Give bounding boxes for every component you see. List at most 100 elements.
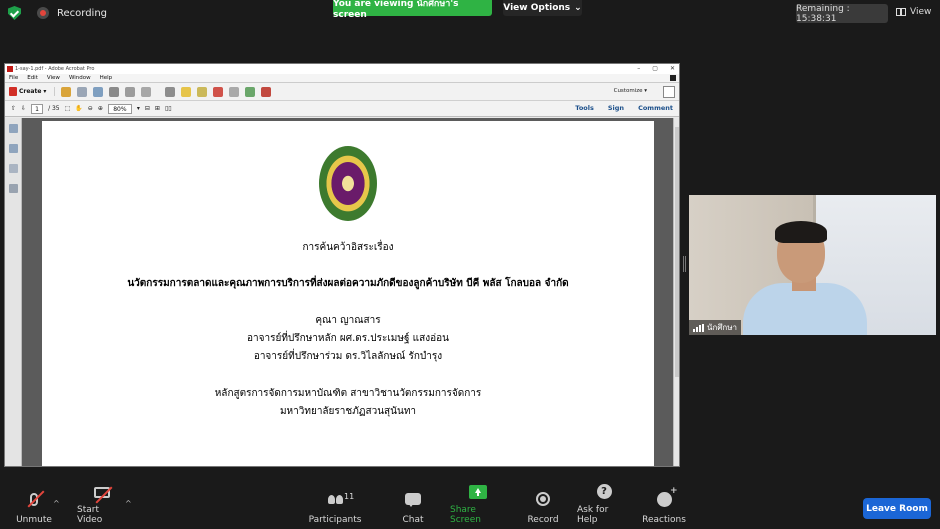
participants-count: 11 — [344, 492, 355, 501]
email-icon[interactable] — [141, 86, 152, 97]
edit-icon[interactable] — [125, 86, 136, 97]
video-options-caret[interactable]: ^ — [125, 499, 132, 508]
ask-for-help-button[interactable]: ? Ask for Help — [577, 484, 631, 529]
view-options-button[interactable]: View Options ⌄ — [503, 0, 582, 16]
layout-icon — [896, 8, 906, 16]
main-advisor: อาจารย์ที่ปรึกษาหลัก ผศ.ดร.ประเมษฐ์ แสงอ… — [247, 333, 449, 344]
ask-for-help-label: Ask for Help — [577, 505, 609, 525]
page-number-input[interactable]: 1 — [31, 103, 44, 114]
record-button[interactable]: Record — [526, 485, 560, 529]
connection-signal-icon — [693, 323, 704, 332]
create-button[interactable]: Create ▾ — [9, 87, 56, 96]
customize-label: Customize — [613, 88, 643, 94]
participant-video-tile[interactable]: นักศึกษา — [689, 195, 936, 335]
participants-button[interactable]: 11 Participants — [309, 485, 362, 529]
zoom-level-input[interactable]: 80% — [107, 103, 132, 114]
reactions-label: Reactions — [642, 515, 686, 525]
attachments-icon[interactable] — [9, 164, 18, 173]
menu-view[interactable]: View — [47, 75, 60, 81]
settings-icon[interactable] — [165, 86, 176, 97]
document-type-line: การค้นคว้าอิสระเรื่อง — [302, 242, 394, 253]
author-name: คุณา ญาณสาร — [315, 315, 381, 326]
highlight-icon[interactable] — [197, 86, 208, 97]
menu-file[interactable]: File — [9, 75, 18, 81]
menu-help[interactable]: Help — [100, 75, 113, 81]
fit-page-icon[interactable]: ⊟ — [145, 105, 150, 112]
window-controls: – ▢ ✕ — [637, 65, 675, 72]
signatures-icon[interactable] — [9, 184, 18, 193]
document-area: การค้นคว้าอิสระเรื่อง นวัตกรรมการตลาดและ… — [5, 118, 679, 466]
shared-screen[interactable]: 1-say-1.pdf - Adobe Acrobat Pro – ▢ ✕ Fi… — [4, 63, 680, 467]
view-button[interactable]: View — [896, 7, 931, 17]
zoom-out-icon[interactable]: ⊖ — [88, 105, 93, 112]
acrobat-title: 1-say-1.pdf - Adobe Acrobat Pro — [15, 66, 95, 72]
view-label: View — [910, 7, 932, 17]
status-group: Recording — [8, 6, 107, 20]
chevron-down-icon: ⌄ — [574, 3, 582, 13]
cloud-icon[interactable] — [93, 86, 104, 97]
comment-link[interactable]: Comment — [638, 104, 673, 112]
reactions-button[interactable]: Reactions — [642, 485, 686, 529]
chat-button[interactable]: Chat — [399, 485, 427, 529]
export-icon[interactable] — [245, 86, 256, 97]
certificate-icon[interactable] — [261, 86, 272, 97]
panel-splitter-handle[interactable] — [683, 256, 686, 272]
maximize-icon[interactable]: ▢ — [652, 65, 658, 72]
bookmarks-icon[interactable] — [9, 144, 18, 153]
record-label: Record — [527, 515, 559, 525]
audio-options-caret[interactable]: ^ — [53, 499, 60, 508]
hand-tool-icon[interactable]: ✋ — [75, 105, 82, 112]
pdf-page: การค้นคว้าอิสระเรื่อง นวัตกรรมการตลาดและ… — [42, 121, 654, 466]
document-title: นวัตกรรมการตลาดและคุณภาพการบริการที่ส่งผ… — [127, 278, 569, 289]
shield-check-icon[interactable] — [8, 6, 21, 20]
sign-link[interactable]: Sign — [608, 104, 624, 112]
share-screen-icon — [467, 485, 489, 499]
leave-room-button[interactable]: Leave Room — [863, 498, 931, 519]
minimize-icon[interactable]: – — [637, 65, 640, 72]
previous-page-icon[interactable]: ⇧ — [11, 105, 16, 112]
page-thumbnails-icon[interactable] — [9, 124, 18, 133]
comment-bubble-icon[interactable] — [181, 86, 192, 97]
view-options-label: View Options — [503, 3, 571, 13]
pages-icon[interactable] — [229, 86, 240, 97]
zoom-in-icon[interactable]: ⊕ — [98, 105, 103, 112]
start-video-button[interactable]: Start Video — [77, 485, 127, 529]
viewing-screen-banner: You are viewing นักศึกษา's screen — [333, 0, 492, 20]
print-icon[interactable] — [109, 86, 120, 97]
chat-icon — [402, 489, 424, 509]
select-tool-icon[interactable]: ⬚ — [65, 105, 71, 112]
menu-window[interactable]: Window — [69, 75, 91, 81]
recording-label: Recording — [57, 7, 108, 19]
read-mode-icon[interactable]: ▯▯ — [165, 105, 172, 112]
participants-icon: 11 — [324, 489, 354, 509]
pdf-icon — [7, 66, 13, 72]
document-close-icon[interactable] — [670, 75, 676, 81]
fit-width-icon[interactable]: ⊞ — [155, 105, 160, 112]
create-label: Create — [19, 88, 42, 95]
create-pdf-icon — [9, 87, 17, 96]
acrobat-toolbar: Create ▾ Customize ▾ — [5, 83, 679, 101]
stamp-icon[interactable] — [213, 86, 224, 97]
share-screen-button[interactable]: Share Screen — [450, 485, 506, 529]
dropdown-arrow-icon: ▾ — [43, 88, 47, 95]
meeting-controls-bar: Unmute ^ Start Video ^ 11 Participants C… — [0, 484, 940, 529]
university-name: มหาวิทยาลัยราชภัฏสวนสุนันทา — [279, 406, 417, 417]
vertical-scrollbar[interactable] — [673, 118, 679, 466]
close-icon[interactable]: ✕ — [670, 65, 675, 72]
fullscreen-icon[interactable] — [663, 86, 675, 98]
share-screen-label: Share Screen — [450, 505, 481, 525]
menu-edit[interactable]: Edit — [27, 75, 38, 81]
recording-icon — [37, 7, 49, 19]
university-seal-logo — [319, 146, 377, 221]
zoom-meeting-window: Recording You are viewing นักศึกษา's scr… — [0, 0, 940, 529]
save-icon[interactable] — [77, 86, 88, 97]
tools-link[interactable]: Tools — [575, 104, 594, 112]
zoom-dropdown-icon[interactable]: ▾ — [137, 105, 140, 112]
open-icon[interactable] — [61, 86, 72, 97]
unmute-button[interactable]: Unmute — [14, 485, 54, 529]
co-advisor: อาจารย์ที่ปรึกษาร่วม ดร.วิไลลักษณ์ รักบำ… — [253, 351, 443, 362]
scrollbar-thumb[interactable] — [675, 127, 679, 377]
customize-menu[interactable]: Customize ▾ — [614, 88, 647, 94]
program-name: หลักสูตรการจัดการมหาบัณฑิต สาขาวิชานวัตก… — [214, 388, 482, 399]
next-page-icon[interactable]: ⇩ — [21, 105, 26, 112]
